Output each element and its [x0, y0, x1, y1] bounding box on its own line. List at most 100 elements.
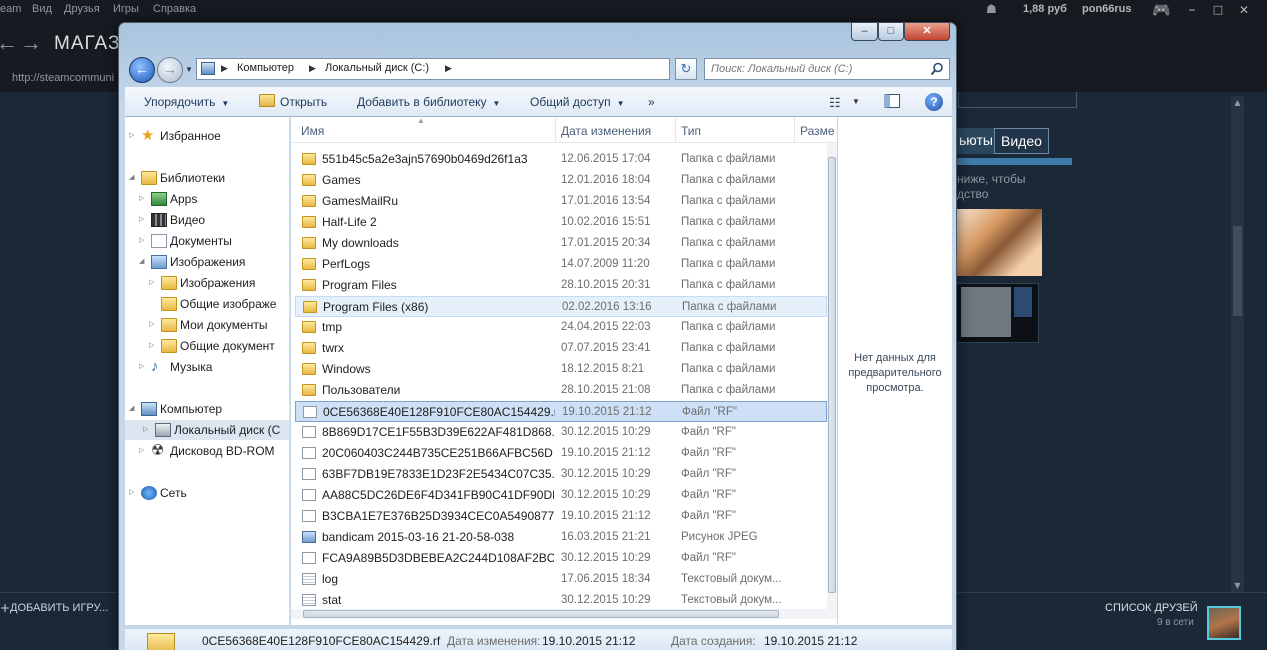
nav-video[interactable]: ▷ Видео: [139, 210, 289, 230]
file-row[interactable]: twrx 07.07.2015 23:41 Папка с файлами: [295, 338, 827, 359]
share-button[interactable]: Общий доступ ▼: [530, 95, 625, 109]
back-arrow-icon[interactable]: ←: [129, 57, 155, 83]
steam-back-arrow-icon[interactable]: ←: [0, 30, 18, 56]
collapse-icon[interactable]: ◢: [129, 399, 139, 419]
column-divider[interactable]: [794, 117, 795, 143]
close-icon[interactable]: ✕: [1231, 0, 1257, 20]
scroll-thumb[interactable]: [1233, 226, 1242, 316]
close-icon[interactable]: ✕: [904, 22, 950, 41]
steam-scrollbar[interactable]: ▲ ▼: [1231, 96, 1244, 592]
tab-video[interactable]: Видео: [994, 128, 1049, 154]
expand-icon[interactable]: ▷: [149, 315, 159, 335]
expand-icon[interactable]: ▷: [139, 441, 149, 461]
column-type[interactable]: Тип: [681, 124, 701, 138]
steam-menu-help[interactable]: Справка: [153, 3, 196, 15]
expand-icon[interactable]: ▷: [139, 189, 149, 209]
file-row[interactable]: GamesMailRu 17.01.2016 13:54 Папка с файла…: [295, 191, 827, 212]
scroll-thumb[interactable]: [828, 157, 836, 593]
expand-icon[interactable]: ▷: [139, 357, 149, 377]
file-row[interactable]: Windows 18.12.2015 8:21 Папка с файлами: [295, 359, 827, 380]
nav-shared-documents[interactable]: ▷ Общие документ: [149, 336, 289, 356]
minimize-icon[interactable]: –: [1179, 0, 1205, 20]
file-row[interactable]: 551b45c5a2e3ajn57690b0469d26f1a3 12.06.20…: [295, 149, 827, 170]
steam-menu-friends[interactable]: Друзья: [64, 3, 100, 15]
expand-icon[interactable]: ▷: [129, 483, 139, 503]
column-divider[interactable]: [675, 117, 676, 143]
organize-button[interactable]: Упорядочить ▼: [144, 95, 229, 109]
expand-icon[interactable]: ▷: [149, 273, 159, 293]
nav-network[interactable]: ▷ Сеть: [129, 483, 289, 503]
plus-icon[interactable]: +: [0, 601, 10, 615]
history-dropdown-icon[interactable]: ▼: [185, 65, 193, 74]
nav-computer[interactable]: ◢ Компьютер: [129, 399, 289, 419]
breadcrumb-computer[interactable]: Компьютер: [237, 62, 294, 74]
nav-bd-rom[interactable]: ▷ ☢ Дисковод BD-ROM: [139, 441, 289, 461]
file-row[interactable]: log 17.06.2015 18:34 Текстовый докум...: [295, 569, 827, 590]
nav-my-documents[interactable]: ▷ Мои документы: [149, 315, 289, 335]
more-commands-button[interactable]: »: [648, 95, 655, 109]
nav-music[interactable]: ▷ ♪ Музыка: [139, 357, 289, 377]
minimize-icon[interactable]: –: [851, 22, 878, 41]
steam-menu-view[interactable]: Вид: [32, 3, 52, 15]
breadcrumb-local-disk[interactable]: Локальный диск (C:): [325, 62, 429, 74]
tab-screenshots[interactable]: ьюты: [955, 128, 997, 154]
expand-icon[interactable]: ▷: [139, 231, 149, 251]
nav-shared-images[interactable]: Общие изображе: [149, 294, 289, 314]
expand-icon[interactable]: ▷: [149, 336, 159, 356]
steam-forward-arrow-icon[interactable]: →: [20, 30, 42, 56]
scroll-up-icon[interactable]: ▲: [1231, 96, 1244, 109]
file-row[interactable]: Program Files 28.10.2015 20:31 Папка с фай…: [295, 275, 827, 296]
steam-menu-steam[interactable]: eam: [0, 3, 21, 15]
maximize-icon[interactable]: □: [878, 22, 904, 41]
username[interactable]: pon66rus: [1082, 3, 1132, 15]
avatar[interactable]: [1207, 606, 1241, 640]
view-options-icon[interactable]: ☷: [829, 95, 841, 111]
nav-images-sub[interactable]: ▷ Изображения: [149, 273, 289, 293]
forward-arrow-icon[interactable]: →: [157, 57, 183, 83]
open-button[interactable]: Открыть: [280, 95, 327, 109]
file-row[interactable]: 20C060403C244B735CE251B66AFBC56D.rf 19.10…: [295, 443, 827, 464]
file-row[interactable]: AA88C5DC26DE6F4D341FB90C41DF90DF.rf 30.12…: [295, 485, 827, 506]
column-divider[interactable]: [555, 117, 556, 143]
column-size[interactable]: Разме: [800, 124, 835, 138]
column-name[interactable]: Имя: [301, 124, 324, 138]
file-row[interactable]: My downloads 17.01.2015 20:34 Папка с файл…: [295, 233, 827, 254]
nav-apps[interactable]: ▷ Apps: [139, 189, 289, 209]
file-row[interactable]: stat 30.12.2015 10:29 Текстовый докум...: [295, 590, 827, 611]
nav-documents[interactable]: ▷ Документы: [139, 231, 289, 251]
preview-pane-icon[interactable]: [884, 94, 900, 108]
nav-libraries[interactable]: ◢ Библиотеки: [129, 168, 289, 188]
breadcrumb-arrow-icon[interactable]: ▶: [309, 63, 316, 74]
file-row[interactable]: 0CE56368E40E128F910FCE80AC154429.rf 19.10…: [295, 401, 827, 422]
column-date[interactable]: Дата изменения: [561, 124, 651, 138]
friends-list-button[interactable]: СПИСОК ДРУЗЕЙ: [1105, 602, 1198, 614]
file-row[interactable]: Program Files (x86) 02.02.2016 13:16 Папка…: [295, 296, 827, 317]
file-row[interactable]: Games 12.01.2016 18:04 Папка с файлами: [295, 170, 827, 191]
refresh-icon[interactable]: ↻: [675, 58, 697, 80]
file-row[interactable]: PerfLogs 14.07.2009 11:20 Папка с файлами: [295, 254, 827, 275]
store-tab[interactable]: МАГАЗ: [54, 33, 120, 55]
big-picture-icon[interactable]: 🎮: [1152, 1, 1171, 19]
expand-icon[interactable]: ▷: [143, 420, 153, 440]
horizontal-scrollbar[interactable]: [291, 609, 837, 619]
search-box[interactable]: [704, 58, 950, 80]
notification-icon[interactable]: ☗: [986, 2, 997, 16]
vertical-scrollbar[interactable]: [827, 143, 837, 609]
file-row[interactable]: bandicam 2015-03-16 21-20-58-038 16.03.20…: [295, 527, 827, 548]
file-row[interactable]: 63BF7DB19E7833E1D23F2E5434C07C35.rf 30.12…: [295, 464, 827, 485]
expand-icon[interactable]: ▷: [139, 210, 149, 230]
scroll-thumb[interactable]: [303, 610, 779, 618]
chevron-down-icon[interactable]: ▼: [852, 97, 860, 106]
maximize-icon[interactable]: □: [1205, 0, 1231, 20]
expand-icon[interactable]: ▷: [129, 126, 139, 146]
steam-menu-games[interactable]: Игры: [113, 3, 139, 15]
add-game-button[interactable]: ДОБАВИТЬ ИГРУ...: [10, 602, 108, 614]
scroll-down-icon[interactable]: ▼: [1231, 579, 1244, 592]
screenshot-thumbnail[interactable]: [955, 283, 1039, 343]
file-row[interactable]: tmp 24.04.2015 22:03 Папка с файлами: [295, 317, 827, 338]
collapse-icon[interactable]: ◢: [129, 168, 139, 188]
file-row[interactable]: 8B869D17CE1F55B3D39E622AF481D868.rf 30.12…: [295, 422, 827, 443]
search-input[interactable]: [711, 62, 921, 76]
breadcrumb-arrow-icon[interactable]: ▶: [221, 63, 228, 74]
nav-favorites[interactable]: ▷ ★ Избранное: [129, 126, 289, 146]
